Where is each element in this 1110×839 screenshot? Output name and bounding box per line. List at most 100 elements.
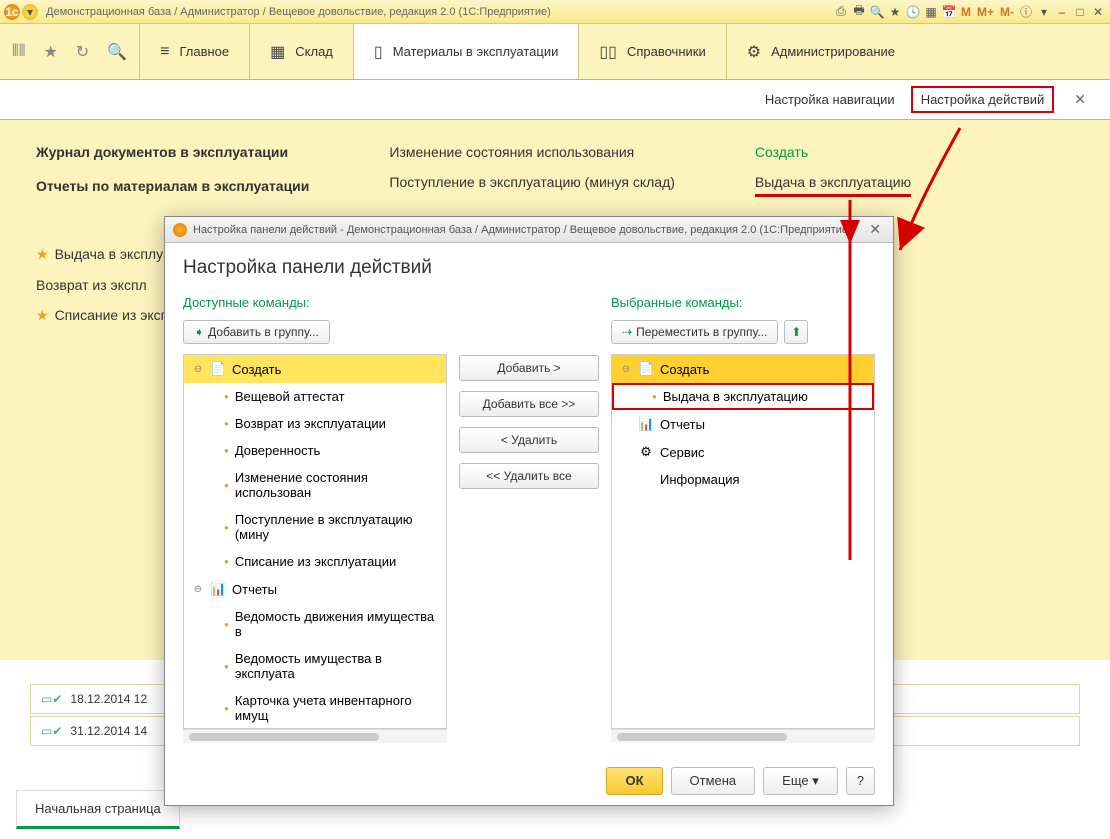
close-icon[interactable]: ✕ xyxy=(1090,4,1106,20)
m-plus-button[interactable]: M+ xyxy=(975,5,996,19)
m-minus-button[interactable]: M- xyxy=(998,5,1016,19)
chart-icon: 📊 xyxy=(210,581,226,597)
tree-item[interactable]: ●Поступление в эксплуатацию (мину xyxy=(184,506,446,548)
tree-item[interactable]: ●Доверенность xyxy=(184,437,446,464)
history-icon[interactable]: ↻ xyxy=(76,42,89,62)
toolbar-icon-6[interactable]: ▦ xyxy=(923,4,939,20)
collapse-icon[interactable]: ⊖ xyxy=(192,364,204,375)
move-up-button[interactable]: ⬆ xyxy=(784,320,808,344)
cancel-button[interactable]: Отмена xyxy=(671,767,756,795)
nav-catalogs[interactable]: ▯▯ Справочники xyxy=(578,24,725,79)
collapse-icon[interactable]: ⊖ xyxy=(620,364,632,375)
add-button[interactable]: Добавить > xyxy=(459,355,599,381)
apps-icon[interactable]: ⫴⫴ xyxy=(12,43,25,61)
gear-icon: ⚙ xyxy=(747,42,761,62)
tree-group-service[interactable]: ⚙Сервис xyxy=(612,438,874,466)
sub-toolbar: Настройка навигации Настройка действий ✕ xyxy=(0,80,1110,120)
toolbar-icon-1[interactable]: ⎙ xyxy=(833,4,849,20)
nav-main[interactable]: ≡ Главное xyxy=(139,24,249,79)
scrollbar[interactable] xyxy=(183,729,447,743)
search-icon[interactable]: 🔍 xyxy=(107,42,127,62)
dropdown-icon[interactable]: ▾ xyxy=(22,4,38,20)
book-icon: ▯▯ xyxy=(599,42,617,62)
dialog-title-text: Настройка панели действий - Демонстрацио… xyxy=(193,224,852,236)
tree-group-info[interactable]: Информация xyxy=(612,466,874,493)
sub-close-icon[interactable]: ✕ xyxy=(1070,91,1090,108)
dialog-icon xyxy=(173,223,187,237)
more-button[interactable]: Еще ▾ xyxy=(763,767,838,795)
folder-icon: 📄 xyxy=(638,361,654,377)
nav-admin[interactable]: ⚙ Администрирование xyxy=(726,24,915,79)
bullet-icon: ● xyxy=(224,704,229,713)
window-title: Демонстрационная база / Администратор / … xyxy=(46,6,551,18)
chart-icon: 📊 xyxy=(638,416,654,432)
bullet-icon: ● xyxy=(224,446,229,455)
star-icon: ★ xyxy=(36,307,49,323)
ok-button[interactable]: ОК xyxy=(606,767,662,795)
tree-group-reports[interactable]: 📊Отчеты xyxy=(612,410,874,438)
heading-journal[interactable]: Журнал документов в эксплуатации xyxy=(36,144,309,160)
dialog-titlebar: Настройка панели действий - Демонстрацио… xyxy=(165,217,893,243)
gear-icon: ⚙ xyxy=(638,444,654,460)
transfer-buttons: Добавить > Добавить все >> < Удалить << … xyxy=(459,295,599,743)
m-button[interactable]: M xyxy=(959,5,973,19)
toolbar-icon-5[interactable]: 🕓 xyxy=(905,4,921,20)
link-issue-create[interactable]: Выдача в эксплуатацию xyxy=(755,174,911,197)
tree-group-create[interactable]: ⊖📄Создать xyxy=(612,355,874,383)
action-settings-link[interactable]: Настройка действий xyxy=(911,86,1055,113)
minimize-icon[interactable]: – xyxy=(1054,4,1070,20)
toolbar-icon-4[interactable]: ★ xyxy=(887,4,903,20)
help-button[interactable]: ? xyxy=(846,767,875,795)
tree-item[interactable]: ●Ведомость движения имущества в xyxy=(184,603,446,645)
row-icon: ▭✔ xyxy=(41,692,62,706)
dropdown-icon-2[interactable]: ▾ xyxy=(1036,4,1052,20)
info-icon[interactable]: ⓘ xyxy=(1018,4,1034,20)
bullet-icon: ● xyxy=(224,662,229,671)
toolbar-icon-7[interactable]: 📅 xyxy=(941,4,957,20)
nav-warehouse[interactable]: ▦ Склад xyxy=(249,24,353,79)
scroll-thumb[interactable] xyxy=(617,733,787,741)
bullet-icon: ● xyxy=(224,557,229,566)
tree-item[interactable]: ●Возврат из эксплуатации xyxy=(184,410,446,437)
toolbar-icon-2[interactable]: 🖶 xyxy=(851,4,867,20)
up-arrow-icon: ⬆ xyxy=(791,325,801,339)
arrow-icon: ➧ xyxy=(194,325,204,339)
heading-reports[interactable]: Отчеты по материалам в эксплуатации xyxy=(36,178,309,194)
remove-all-button[interactable]: << Удалить все xyxy=(459,463,599,489)
maximize-icon[interactable]: □ xyxy=(1072,4,1088,20)
link-receipt[interactable]: Поступление в эксплуатацию (минуя склад) xyxy=(389,174,675,190)
tree-group-create[interactable]: ⊖📄Создать xyxy=(184,355,446,383)
available-commands-col: Доступные команды: ➧Добавить в группу...… xyxy=(183,295,447,743)
tree-item[interactable]: ●Вещевой аттестат xyxy=(184,383,446,410)
grid-icon: ▦ xyxy=(270,42,285,62)
available-tree[interactable]: ⊖📄Создать ●Вещевой аттестат ●Возврат из … xyxy=(183,354,447,729)
remove-button[interactable]: < Удалить xyxy=(459,427,599,453)
scrollbar[interactable] xyxy=(611,729,875,743)
add-all-button[interactable]: Добавить все >> xyxy=(459,391,599,417)
list-icon: ≡ xyxy=(160,43,169,61)
doc-icon: ▯ xyxy=(374,42,383,62)
toolbar-icon-3[interactable]: 🔍 xyxy=(869,4,885,20)
scroll-thumb[interactable] xyxy=(189,733,379,741)
tree-item[interactable]: ●Списание из эксплуатации xyxy=(184,548,446,575)
link-status-change[interactable]: Изменение состояния использования xyxy=(389,144,675,160)
selected-tree[interactable]: ⊖📄Создать ●Выдача в эксплуатацию 📊Отчеты… xyxy=(611,354,875,729)
dialog-close-icon[interactable]: ✕ xyxy=(865,221,885,238)
row-icon: ▭✔ xyxy=(41,724,62,738)
star-icon[interactable]: ★ xyxy=(43,42,57,62)
add-to-group-button[interactable]: ➧Добавить в группу... xyxy=(183,320,330,344)
bullet-icon: ● xyxy=(224,620,229,629)
move-to-group-button[interactable]: ⇢Переместить в группу... xyxy=(611,320,778,344)
tree-item[interactable]: ●Карточка учета инвентарного имущ xyxy=(184,687,446,729)
dialog-footer: ОК Отмена Еще ▾ ? xyxy=(165,757,893,805)
nav-settings-link[interactable]: Настройка навигации xyxy=(765,92,895,107)
folder-icon: 📄 xyxy=(210,361,226,377)
tree-item[interactable]: ●Ведомость имущества в эксплуата xyxy=(184,645,446,687)
tab-home[interactable]: Начальная страница xyxy=(16,790,180,829)
nav-materials[interactable]: ▯ Материалы в эксплуатации xyxy=(353,24,578,79)
arrow-icon: ⇢ xyxy=(622,325,632,339)
tree-group-reports[interactable]: ⊖📊Отчеты xyxy=(184,575,446,603)
tree-item-issue[interactable]: ●Выдача в эксплуатацию xyxy=(612,383,874,410)
collapse-icon[interactable]: ⊖ xyxy=(192,584,204,595)
tree-item[interactable]: ●Изменение состояния использован xyxy=(184,464,446,506)
